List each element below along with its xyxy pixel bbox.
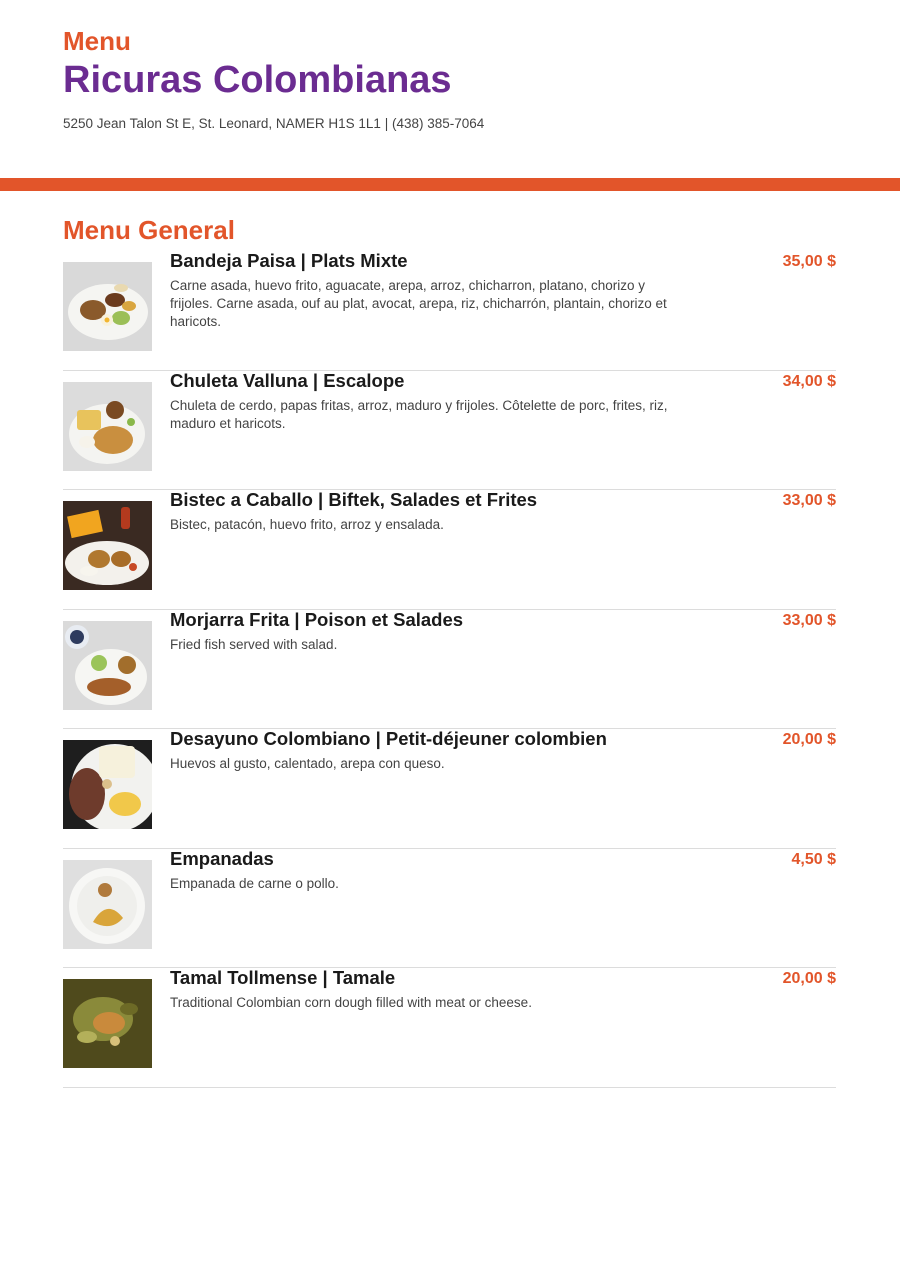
menu-item[interactable]: Bandeja Paisa | Plats Mixte 35,00 $ Carn… — [63, 250, 836, 371]
item-description: Chuleta de cerdo, papas fritas, arroz, m… — [170, 397, 668, 431]
menu-item[interactable]: Chuleta Valluna | Escalope 34,00 $ Chule… — [63, 369, 836, 490]
item-name: Morjarra Frita | Poison et Salades — [170, 608, 464, 630]
tamal-photo-icon — [63, 979, 152, 1068]
item-description: Bistec, patacón, huevo frito, arroz y en… — [170, 517, 444, 532]
header-divider-bar — [0, 178, 900, 191]
section-title: Menu General — [63, 215, 235, 245]
menu-item[interactable]: Empanadas 4,50 $ Empanada de carne o pol… — [63, 847, 836, 968]
item-description: Carne asada, huevo frito, aguacate, arep… — [170, 278, 667, 329]
item-name: Bistec a Caballo | Biftek, Salades et Fr… — [170, 489, 538, 510]
item-price: 20,00 $ — [782, 970, 836, 987]
item-price: 35,00 $ — [782, 253, 836, 270]
item-name: Desayuno Colombiano | Petit-déjeuner col… — [170, 728, 607, 749]
menu-label: Menu — [63, 26, 131, 56]
item-description: Huevos al gusto, calentado, arepa con qu… — [170, 756, 445, 771]
restaurant-name: Ricuras Colombianas — [63, 59, 452, 101]
item-price: 4,50 $ — [791, 850, 836, 868]
restaurant-address: 5250 Jean Talon St E, St. Leonard, NAMER… — [63, 116, 485, 131]
bistec-a-caballo-photo-icon — [63, 501, 152, 590]
item-description: Fried fish served with salad. — [170, 636, 338, 652]
menu-section: Menu General Bandeja Paisa | Plats Mixte… — [63, 213, 836, 1088]
item-name: Bandeja Paisa | Plats Mixte — [170, 250, 408, 271]
item-name: Tamal Tollmense | Tamale — [170, 967, 396, 988]
menu-item[interactable]: Tamal Tollmense | Tamale 20,00 $ Traditi… — [63, 967, 836, 1088]
morjarra-frita-photo-icon — [63, 620, 152, 710]
item-name: Empanadas — [170, 847, 274, 869]
item-price: 33,00 $ — [782, 611, 836, 629]
menu-header: Menu Ricuras Colombianas 5250 Jean Talon… — [63, 26, 837, 131]
menu-items-list: Bandeja Paisa | Plats Mixte 35,00 $ Carn… — [63, 250, 836, 1088]
item-description: Traditional Colombian corn dough filled … — [170, 995, 532, 1010]
item-description: Empanada de carne o pollo. — [170, 875, 339, 891]
empanadas-photo-icon — [63, 859, 152, 949]
menu-item[interactable]: Bistec a Caballo | Biftek, Salades et Fr… — [63, 489, 836, 610]
menu-item[interactable]: Desayuno Colombiano | Petit-déjeuner col… — [63, 728, 836, 849]
item-price: 33,00 $ — [782, 492, 836, 509]
item-price: 34,00 $ — [782, 372, 836, 390]
item-price: 20,00 $ — [782, 731, 836, 748]
item-name: Chuleta Valluna | Escalope — [170, 369, 405, 391]
chuleta-valluna-photo-icon — [63, 381, 152, 471]
menu-item[interactable]: Morjarra Frita | Poison et Salades 33,00… — [63, 608, 836, 729]
bandeja-paisa-photo-icon — [63, 262, 152, 351]
desayuno-colombiano-photo-icon — [63, 740, 152, 829]
